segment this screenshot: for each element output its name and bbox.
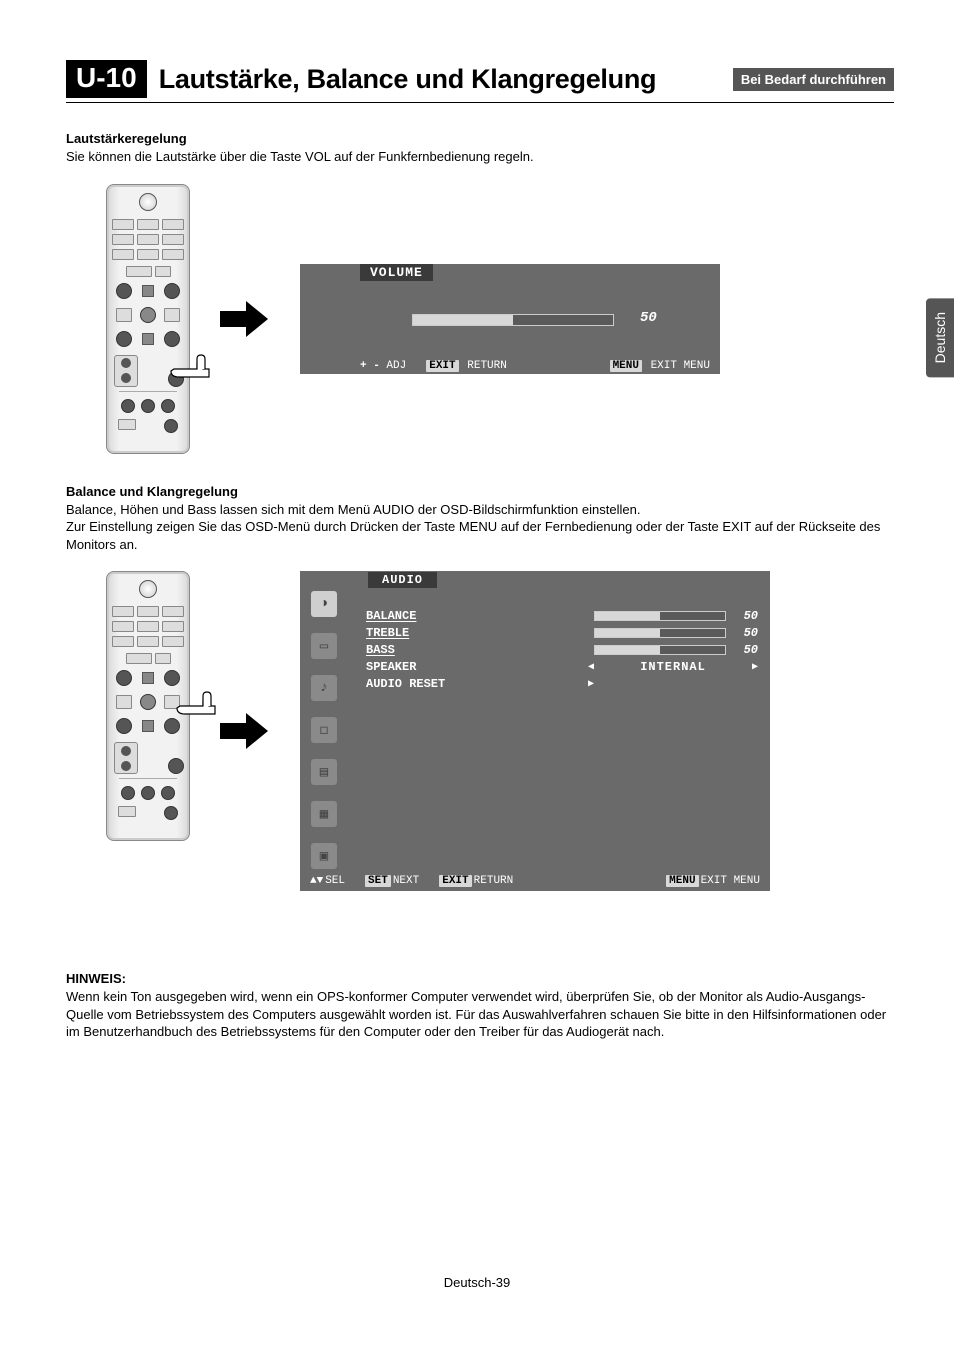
caret-right-icon: ▶ bbox=[752, 661, 758, 673]
osd-exitmenu-label: EXIT MENU bbox=[651, 360, 710, 372]
osd-menu-pill: MENU bbox=[666, 875, 698, 887]
pointing-hand-icon bbox=[175, 686, 225, 726]
osd-volume-value: 50 bbox=[640, 310, 657, 326]
osd-exitmenu-label: EXIT MENU bbox=[701, 875, 760, 887]
osd-set-pill: SET bbox=[365, 875, 391, 887]
balance-heading: Balance und Klangregelung bbox=[66, 484, 894, 499]
osd-row-bass: BASS 50 bbox=[366, 641, 758, 658]
osd-sel-prefix: ▲▼ bbox=[310, 875, 323, 887]
page-number: Deutsch-39 bbox=[0, 1275, 954, 1290]
osd-sel-label: SEL bbox=[325, 875, 345, 887]
caret-right-icon: ▶ bbox=[588, 678, 594, 690]
audio-graphic-row: AUDIO ◑ ▭ ♪ ◻ ▤ ▦ ▣ BALANCE 50 TREBLE bbox=[106, 571, 894, 891]
osd-bass-value: 50 bbox=[732, 643, 758, 657]
balance-body-text: Balance, Höhen und Bass lassen sich mit … bbox=[66, 501, 894, 554]
section-header: U-10 Lautstärke, Balance und Klangregelu… bbox=[66, 60, 894, 103]
osd-row-speaker: SPEAKER ◀ INTERNAL ▶ bbox=[366, 658, 758, 675]
section-title: Lautstärke, Balance und Klangregelung bbox=[159, 64, 721, 95]
osd-bass-label: BASS bbox=[366, 643, 486, 657]
section-number-badge: U-10 bbox=[66, 60, 147, 98]
language-tab: Deutsch bbox=[926, 298, 954, 377]
osd-row-balance: BALANCE 50 bbox=[366, 607, 758, 624]
osd-exit-pill: EXIT bbox=[439, 875, 471, 887]
osd-menu-pill: MENU bbox=[610, 360, 642, 372]
osd-volume-panel: VOLUME 50 + - ADJ EXIT RETURN MENU EXIT … bbox=[300, 264, 720, 374]
remote-illustration bbox=[106, 184, 190, 454]
audio-icon: ♪ bbox=[311, 675, 337, 701]
pip-icon: ◻ bbox=[311, 717, 337, 743]
protect-icon: ▣ bbox=[311, 843, 337, 869]
multi-icon: ▦ bbox=[311, 801, 337, 827]
screen-icon: ▭ bbox=[311, 633, 337, 659]
volume-graphic-row: VOLUME 50 + - ADJ EXIT RETURN MENU EXIT … bbox=[106, 184, 894, 454]
osd-volume-title: VOLUME bbox=[360, 264, 433, 281]
arrow-icon bbox=[220, 711, 270, 751]
hint-heading: HINWEIS: bbox=[66, 971, 894, 986]
osd-row-treble: TREBLE 50 bbox=[366, 624, 758, 641]
osd-audio-footer: ▲▼ SEL SET NEXT EXIT RETURN MENU EXIT ME… bbox=[300, 875, 770, 887]
osd-audio-title: AUDIO bbox=[368, 572, 437, 588]
osd-audio-iconcol: ◑ ▭ ♪ ◻ ▤ ▦ ▣ bbox=[308, 591, 340, 869]
section-flag: Bei Bedarf durchführen bbox=[733, 68, 894, 91]
osd-speaker-label: SPEAKER bbox=[366, 660, 486, 674]
osd-treble-label: TREBLE bbox=[366, 626, 486, 640]
arrow-icon bbox=[220, 299, 270, 339]
brightness-icon: ◑ bbox=[311, 591, 337, 617]
caret-left-icon: ◀ bbox=[588, 661, 594, 673]
osd-speaker-value: INTERNAL bbox=[604, 660, 742, 674]
osd-volume-slider bbox=[412, 314, 614, 326]
volume-body-text: Sie können die Lautstärke über die Taste… bbox=[66, 148, 894, 166]
osd-return-label: RETURN bbox=[474, 875, 514, 887]
osd-balance-bar bbox=[594, 611, 726, 621]
osd-bass-bar bbox=[594, 645, 726, 655]
hint-body-text: Wenn kein Ton ausgegeben wird, wenn ein … bbox=[66, 988, 894, 1041]
osd-balance-value: 50 bbox=[732, 609, 758, 623]
osd-reset-label: AUDIO RESET bbox=[366, 677, 486, 691]
osd-treble-value: 50 bbox=[732, 626, 758, 640]
osd-adj-prefix: + - bbox=[360, 360, 380, 372]
osd-audio-rows: BALANCE 50 TREBLE 50 BASS 50 SPEAKER bbox=[366, 607, 758, 692]
osd-row-reset: AUDIO RESET ▶ bbox=[366, 675, 758, 692]
remote-illustration bbox=[106, 571, 190, 841]
pointing-hand-icon bbox=[169, 349, 219, 389]
osd-balance-label: BALANCE bbox=[366, 609, 486, 623]
osd-return-label: RETURN bbox=[467, 360, 507, 372]
osd-volume-footer: + - ADJ EXIT RETURN MENU EXIT MENU bbox=[300, 360, 720, 372]
osd-icon: ▤ bbox=[311, 759, 337, 785]
volume-heading: Lautstärkeregelung bbox=[66, 131, 894, 146]
osd-treble-bar bbox=[594, 628, 726, 638]
osd-adj-label: ADJ bbox=[386, 360, 406, 372]
osd-next-label: NEXT bbox=[393, 875, 419, 887]
osd-exit-pill: EXIT bbox=[426, 360, 458, 372]
osd-audio-panel: AUDIO ◑ ▭ ♪ ◻ ▤ ▦ ▣ BALANCE 50 TREBLE bbox=[300, 571, 770, 891]
